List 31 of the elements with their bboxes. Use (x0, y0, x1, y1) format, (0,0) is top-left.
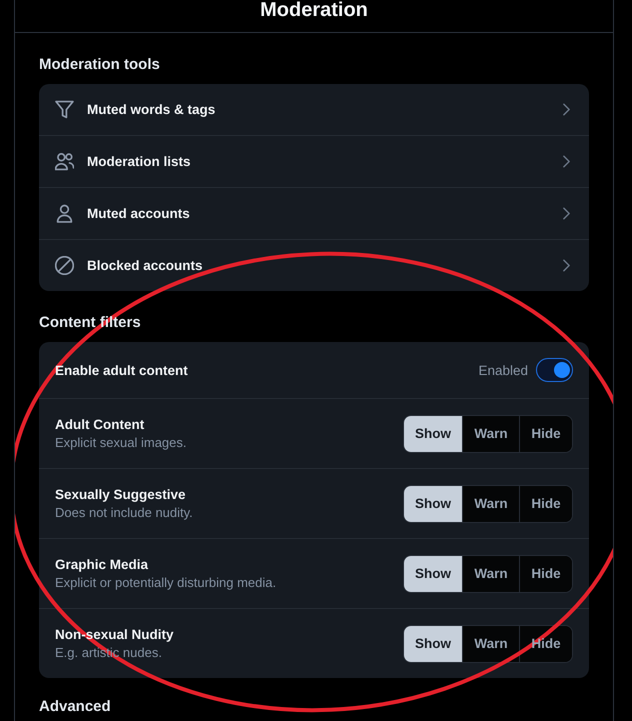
segment-option[interactable]: Hide (519, 556, 572, 592)
person-icon (55, 204, 74, 223)
segment-option[interactable]: Show (404, 626, 462, 662)
toggle-status: Enabled (478, 362, 528, 378)
chevron-right-icon (563, 155, 570, 168)
menu-item[interactable]: Moderation lists (39, 135, 589, 187)
filter-title: Sexually Suggestive (55, 487, 186, 502)
filter-title: Adult Content (55, 417, 144, 432)
menu-item[interactable]: Muted words & tags (39, 84, 589, 135)
section-heading: Moderation tools (39, 56, 160, 74)
segment-option[interactable]: Hide (519, 486, 572, 522)
segment-option[interactable]: Show (404, 486, 462, 522)
toggle-switch[interactable] (536, 358, 573, 382)
setting-label: Enable adult content (55, 362, 188, 378)
segment-option[interactable]: Hide (519, 416, 572, 452)
two-people-icon (55, 152, 74, 171)
filter-description: Explicit sexual images. (55, 435, 186, 450)
funnel-icon (55, 100, 74, 119)
blocked-icon (55, 256, 74, 275)
segment-option[interactable]: Show (404, 556, 462, 592)
filter-description: Explicit or potentially disturbing media. (55, 575, 276, 590)
menu-item[interactable]: Blocked accounts (39, 239, 589, 291)
filter-title: Graphic Media (55, 557, 148, 572)
filter-description: Does not include nudity. (55, 505, 193, 520)
page-title: Moderation (260, 0, 368, 20)
section-heading: Advanced (39, 698, 111, 716)
chevron-right-icon (563, 103, 570, 116)
chevron-right-icon (563, 259, 570, 272)
segment-option[interactable]: Show (404, 416, 462, 452)
chevron-right-icon (563, 207, 570, 220)
menu-item[interactable]: Muted accounts (39, 187, 589, 239)
